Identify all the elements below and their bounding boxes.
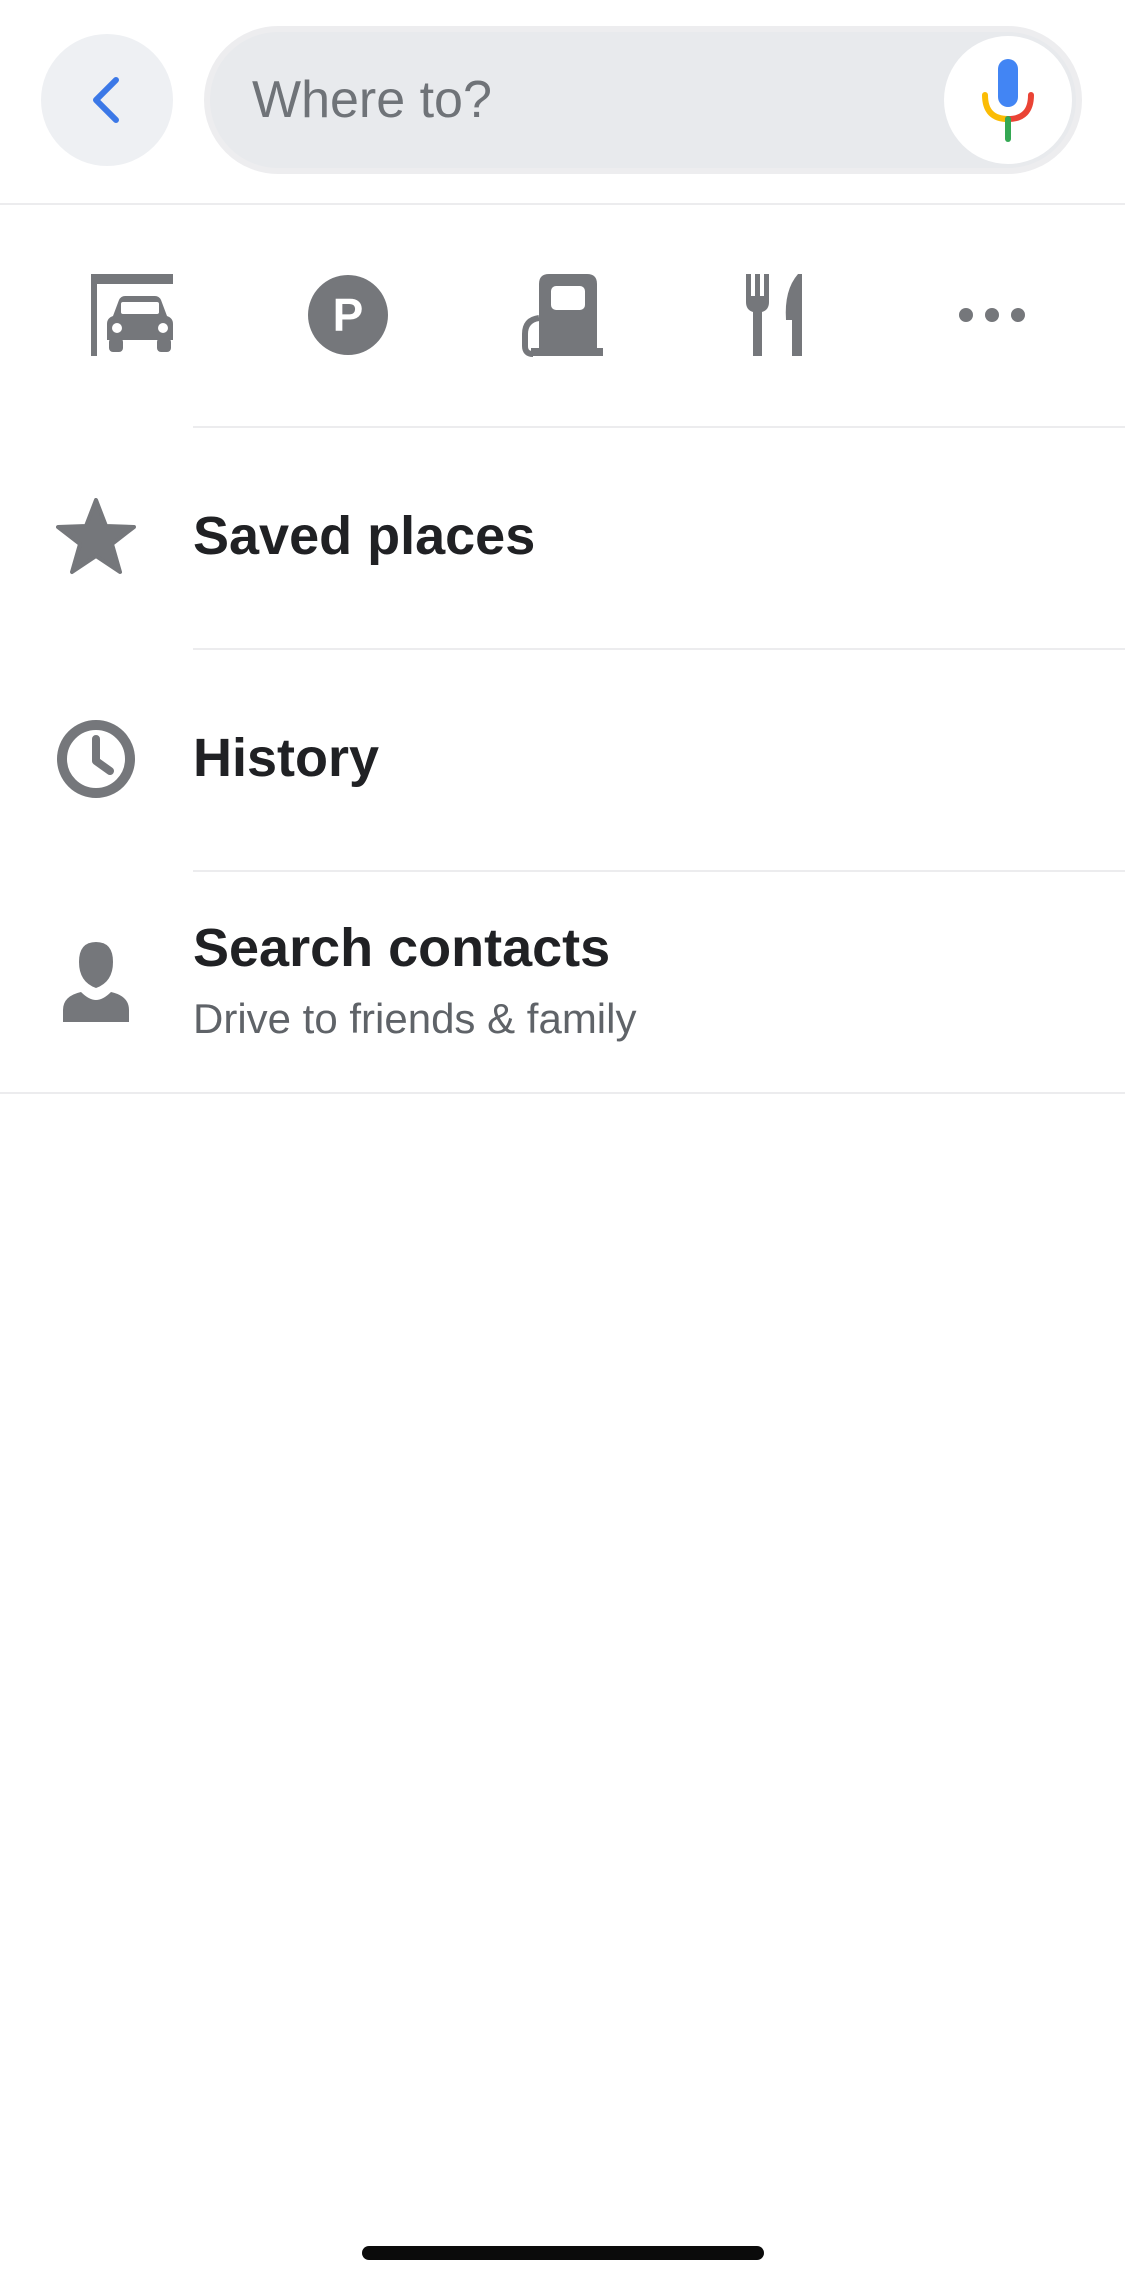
svg-text:P: P [333, 289, 364, 341]
screen: P [0, 0, 1125, 2284]
history-label: History [193, 728, 380, 788]
category-restaurant[interactable] [720, 255, 840, 375]
list-item-search-contacts[interactable]: Search contacts Drive to friends & famil… [0, 871, 1125, 1093]
category-car-wash[interactable] [72, 255, 192, 375]
home-indicator[interactable] [362, 2246, 764, 2260]
row-icon-wrap [54, 717, 138, 801]
gas-station-icon [522, 274, 603, 357]
parking-icon: P [308, 275, 388, 355]
category-gas-station[interactable] [502, 255, 622, 375]
back-chevron-icon [93, 77, 119, 123]
restaurant-icon [746, 274, 802, 356]
voice-search-button[interactable] [944, 36, 1072, 164]
saved-places-label: Saved places [193, 506, 536, 566]
divider [0, 1092, 1125, 1094]
list-item-saved-places[interactable]: Saved places [0, 427, 1125, 649]
search-input[interactable] [252, 32, 902, 168]
search-contacts-subtitle: Drive to friends & family [193, 995, 637, 1042]
row-icon-wrap [54, 495, 138, 579]
search-bar[interactable] [204, 26, 1082, 174]
contact-icon [63, 942, 129, 1022]
back-button[interactable] [41, 34, 173, 166]
search-header [0, 0, 1125, 205]
search-contacts-label: Search contacts [193, 918, 611, 978]
category-parking[interactable]: P [288, 255, 408, 375]
clock-icon [57, 720, 135, 798]
star-icon [56, 498, 136, 574]
car-wash-icon [91, 274, 173, 356]
category-more[interactable] [932, 255, 1052, 375]
more-icon [959, 308, 1025, 322]
list-item-history[interactable]: History [0, 649, 1125, 871]
row-icon-wrap [54, 939, 138, 1023]
category-shortcuts: P [0, 205, 1125, 427]
microphone-icon [982, 59, 1034, 142]
